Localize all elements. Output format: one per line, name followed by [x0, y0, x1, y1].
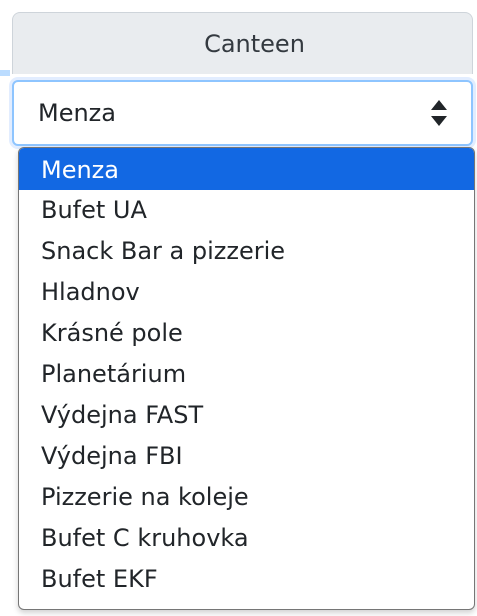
backdrop-edge [0, 70, 10, 76]
option-bufet-c-kruhovka[interactable]: Bufet C kruhovka [19, 518, 474, 559]
option-snack-bar[interactable]: Snack Bar a pizzerie [19, 231, 474, 272]
option-krasne-pole[interactable]: Krásné pole [19, 313, 474, 354]
option-hladnov[interactable]: Hladnov [19, 272, 474, 313]
canteen-label: Canteen [204, 29, 305, 58]
option-bufet-ua[interactable]: Bufet UA [19, 190, 474, 231]
option-pizzerie-na-koleje[interactable]: Pizzerie na koleje [19, 477, 474, 518]
canteen-select[interactable]: Menza [12, 80, 473, 146]
up-down-arrows-icon [431, 100, 447, 126]
option-planetarium[interactable]: Planetárium [19, 354, 474, 395]
option-bufet-ekf[interactable]: Bufet EKF [19, 559, 474, 600]
selected-value: Menza [38, 99, 116, 127]
option-vydejna-fast[interactable]: Výdejna FAST [19, 395, 474, 436]
option-menza[interactable]: Menza [19, 148, 474, 190]
canteen-select-page: Canteen Menza Menza Bufet UA Snack Bar a… [0, 0, 477, 616]
canteen-dropdown-list[interactable]: Menza Bufet UA Snack Bar a pizzerie Hlad… [18, 147, 475, 610]
canteen-label-box: Canteen [12, 12, 473, 74]
option-vydejna-fbi[interactable]: Výdejna FBI [19, 436, 474, 477]
